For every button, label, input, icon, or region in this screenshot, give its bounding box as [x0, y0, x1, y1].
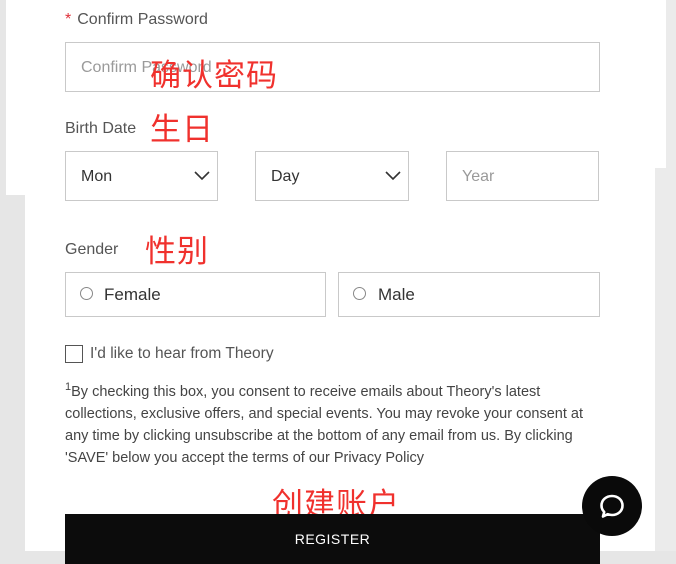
annotation-birth-date: 生日	[150, 112, 214, 148]
register-button[interactable]: REGISTER	[65, 514, 600, 564]
radio-icon[interactable]	[80, 287, 93, 300]
scrollbar-thumb[interactable]	[655, 0, 666, 168]
birth-month-select[interactable]: Mon	[65, 151, 218, 201]
newsletter-checkbox-label[interactable]: I'd like to hear from Theory	[90, 345, 274, 363]
birth-month-value: Mon	[81, 168, 113, 185]
gender-option-male[interactable]: Male	[338, 272, 600, 317]
consent-text: 1By checking this box, you consent to re…	[65, 376, 605, 469]
annotation-confirm-password: 确认密码	[150, 58, 278, 94]
required-mark: *	[65, 11, 72, 28]
chat-button[interactable]	[582, 476, 642, 536]
birth-date-label: Birth Date	[65, 120, 137, 137]
confirm-password-label: * Confirm Password	[65, 11, 208, 28]
confirm-password-input[interactable]: Confirm Password	[65, 42, 600, 92]
consent-body: By checking this box, you consent to rec…	[65, 384, 583, 466]
gender-option-label: Female	[104, 285, 161, 304]
gender-option-label: Male	[378, 285, 415, 304]
birth-year-placeholder: Year	[462, 168, 495, 185]
gender-label: Gender	[65, 241, 119, 258]
newsletter-checkbox[interactable]	[65, 345, 83, 363]
chevron-down-icon	[194, 171, 210, 181]
birth-day-select[interactable]: Day	[255, 151, 409, 201]
birth-year-input[interactable]: Year	[446, 151, 599, 201]
birth-day-value: Day	[271, 168, 300, 185]
chevron-down-icon	[385, 171, 401, 181]
gender-option-female[interactable]: Female	[65, 272, 326, 317]
chat-bubble-icon	[600, 494, 624, 518]
radio-icon[interactable]	[353, 287, 366, 300]
annotation-gender: 性别	[145, 234, 209, 270]
